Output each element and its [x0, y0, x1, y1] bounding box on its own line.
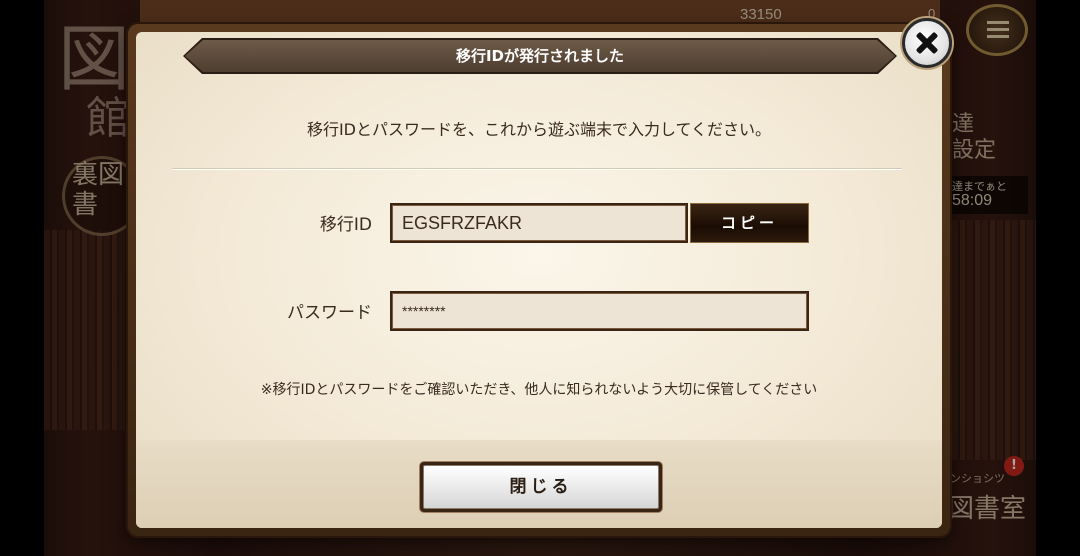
transfer-id-field[interactable]: EGSFRZFAKR — [390, 203, 688, 243]
transfer-id-dialog — [128, 24, 950, 536]
password-label: パスワード — [287, 303, 372, 323]
notice-text: ※移行IDとパスワードをご確認いただき、他人に知られないよう大切に保管してくださ… — [260, 382, 818, 398]
password-field[interactable]: ******** — [390, 291, 809, 331]
copy-button[interactable]: コピー — [690, 203, 809, 243]
divider — [172, 168, 902, 169]
close-button[interactable]: 閉じる — [420, 462, 662, 512]
dialog-body — [136, 32, 942, 528]
close-button-label: 閉じる — [423, 465, 659, 509]
close-icon[interactable] — [902, 18, 952, 68]
instruction-text: 移行IDとパスワードを、これから遊ぶ端末で入力してください。 — [306, 120, 772, 139]
transfer-id-label: 移行ID — [319, 215, 372, 235]
dialog-title: 移行IDが発行されました — [455, 47, 625, 65]
